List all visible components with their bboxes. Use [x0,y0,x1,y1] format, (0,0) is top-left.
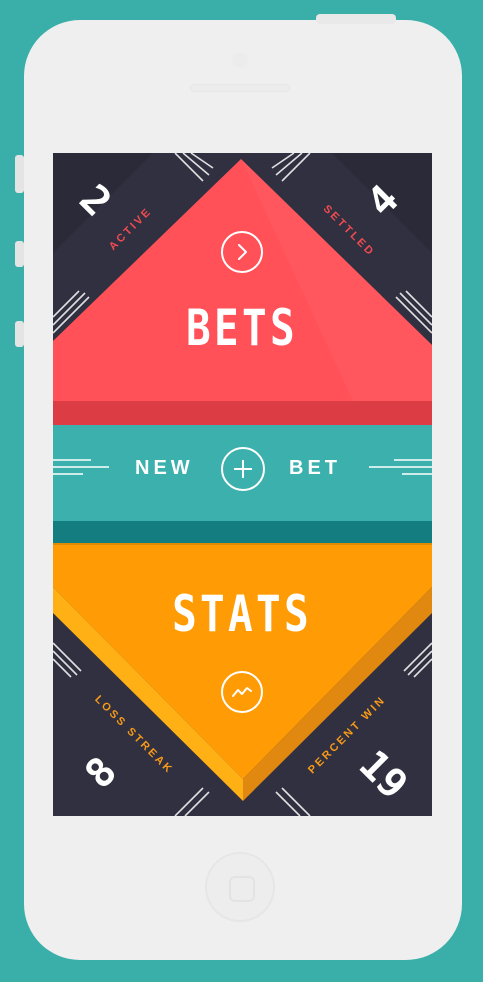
bets-title[interactable]: BETS [160,303,324,353]
power-button [316,14,396,24]
bet-label: BET [289,457,341,479]
plus-icon [234,460,252,478]
home-button[interactable] [205,852,275,922]
speaker-grille [190,84,290,92]
trend-line-icon [232,687,252,697]
app-screen: 2 ACTIVE 4 SETTLED BETS NEW BET STATS LO… [53,153,432,816]
stats-title[interactable]: STATS [160,589,324,639]
new-bet-button[interactable] [221,447,265,491]
mute-switch [15,155,24,193]
open-stats-button[interactable] [221,671,263,713]
volume-up-button [15,241,24,267]
volume-down-button [15,321,24,347]
front-camera [232,52,248,68]
open-bets-button[interactable] [221,231,263,273]
new-label: NEW [135,457,194,479]
chevron-right-icon [238,244,247,260]
